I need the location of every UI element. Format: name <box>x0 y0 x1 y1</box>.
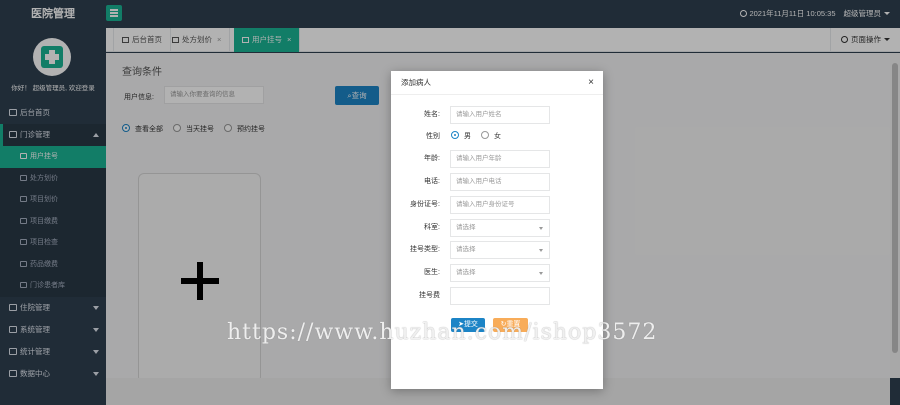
chevron-down-icon <box>539 249 543 252</box>
form-row-gender: 性别 男 女 <box>391 128 603 146</box>
close-icon[interactable]: × <box>588 71 594 95</box>
name-field[interactable]: 请输入用户姓名 <box>450 106 550 124</box>
modal-header: 添加病人 × <box>391 71 603 95</box>
dept-select[interactable]: 请选择 <box>450 219 550 237</box>
form-row-doctor: 医生: 请选择 <box>391 264 603 282</box>
regtype-select[interactable]: 请选择 <box>450 241 550 259</box>
watermark: https://www.huzhan.com/ishop3572 <box>227 320 658 345</box>
doctor-select[interactable]: 请选择 <box>450 264 550 282</box>
modal-title: 添加病人 <box>401 78 431 87</box>
gender-radios: 男 女 <box>451 128 501 146</box>
form-row-name: 姓名: 请输入用户姓名 <box>391 106 603 124</box>
gender-male-radio[interactable]: 男 <box>451 128 471 146</box>
gender-female-radio[interactable]: 女 <box>481 128 501 146</box>
form-row-fee: 挂号费 <box>391 287 603 305</box>
form-row-regtype: 挂号类型: 请选择 <box>391 241 603 259</box>
form-row-age: 年龄: 请输入用户年龄 <box>391 150 603 168</box>
chevron-down-icon <box>539 272 543 275</box>
form-row-dept: 科室: 请选择 <box>391 219 603 237</box>
age-field[interactable]: 请输入用户年龄 <box>450 150 550 168</box>
fee-field[interactable] <box>450 287 550 305</box>
idcard-field[interactable]: 请输入用户身份证号 <box>450 196 550 214</box>
chevron-down-icon <box>539 227 543 230</box>
form-row-phone: 电话: 请输入用户电话 <box>391 173 603 191</box>
form-row-idcard: 身份证号: 请输入用户身份证号 <box>391 196 603 214</box>
phone-field[interactable]: 请输入用户电话 <box>450 173 550 191</box>
